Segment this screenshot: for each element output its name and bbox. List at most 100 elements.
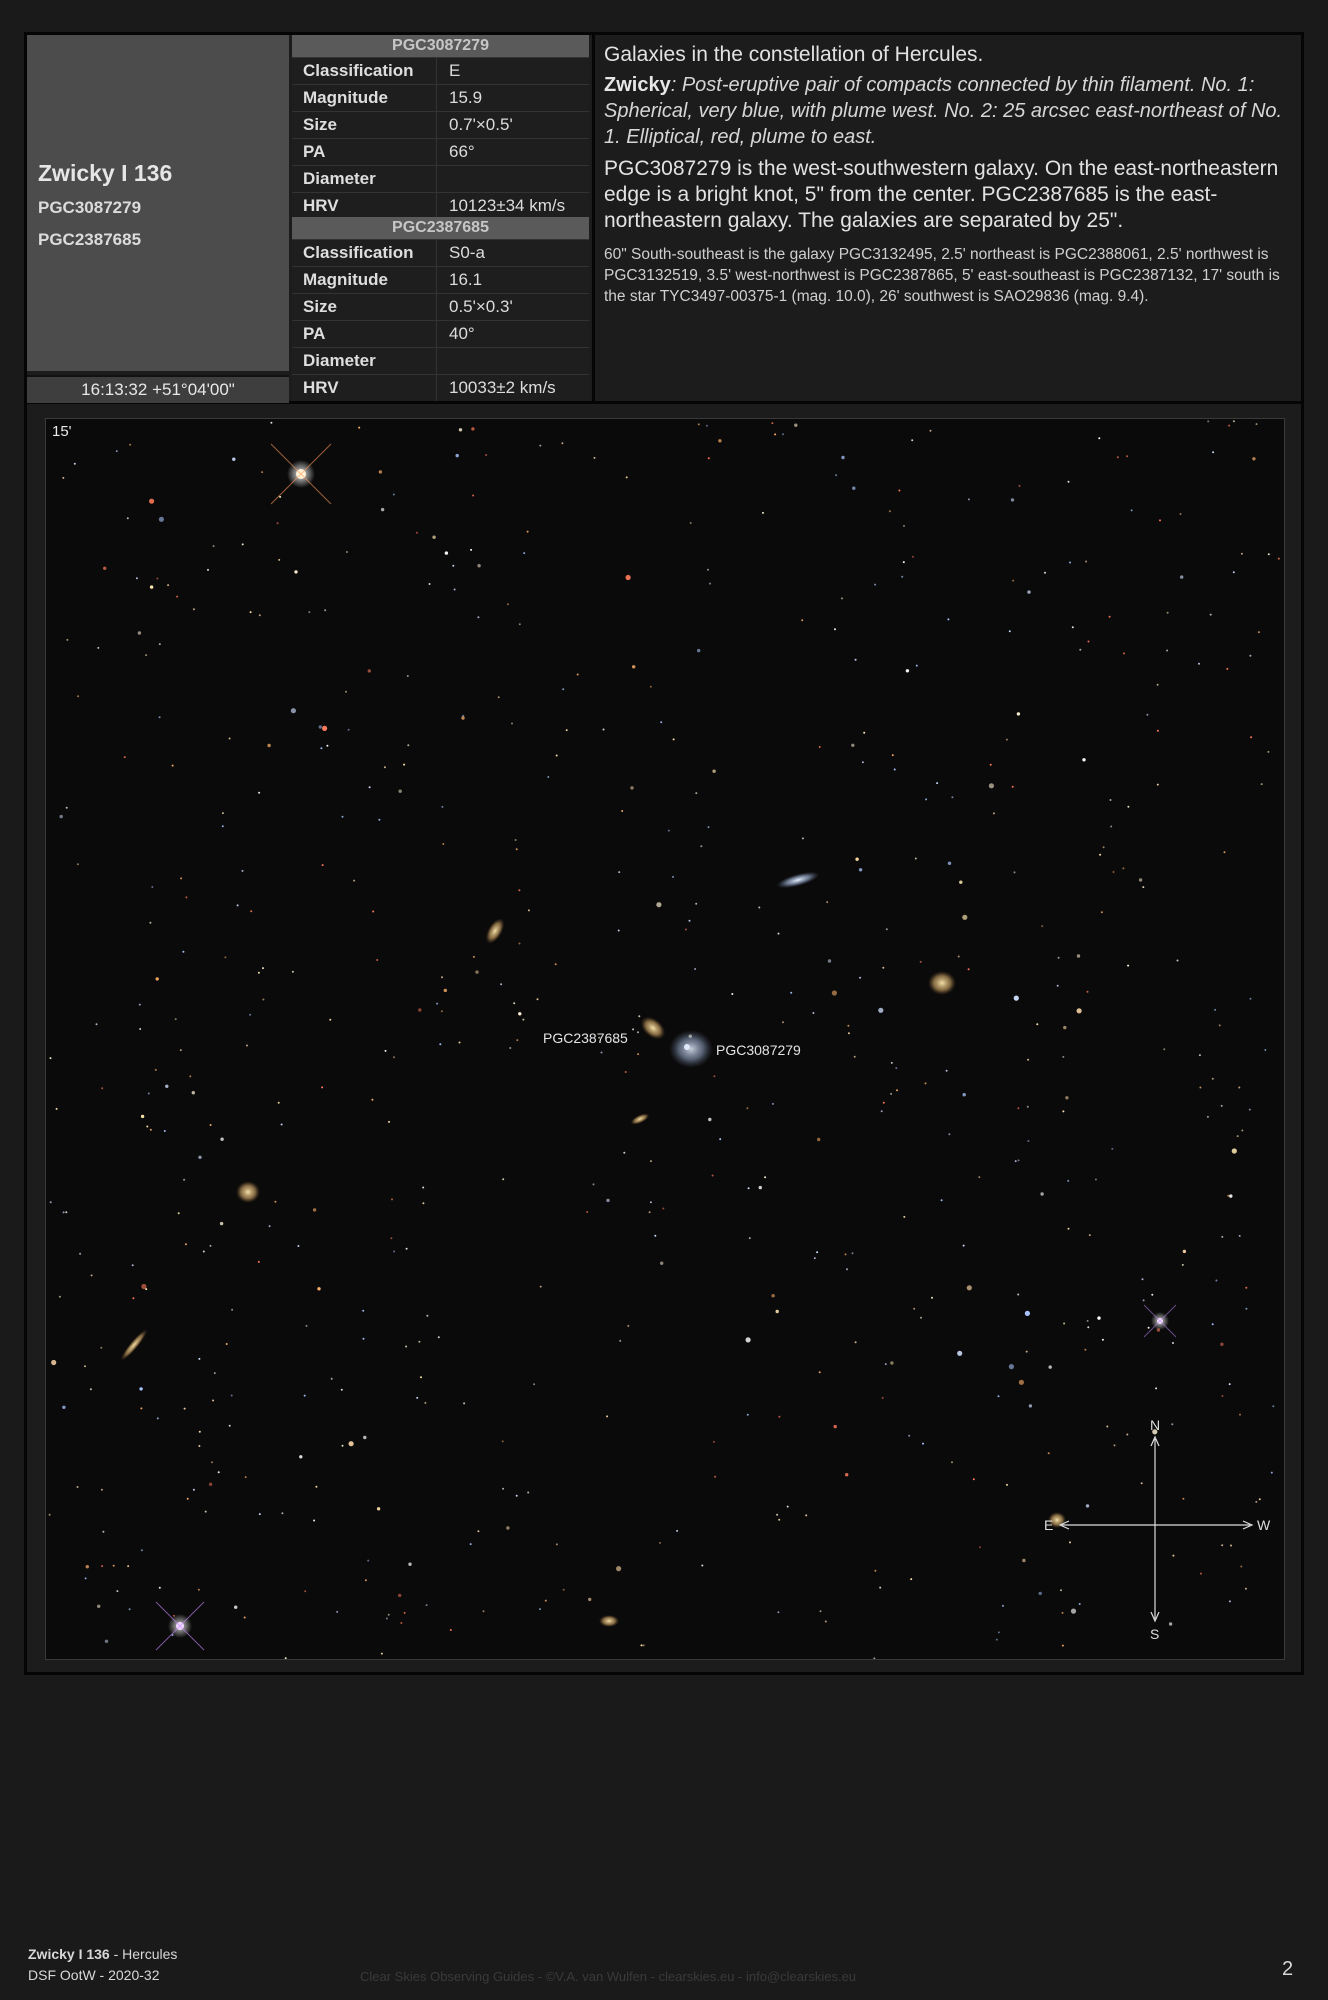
star xyxy=(115,450,118,453)
star xyxy=(1267,553,1270,556)
star xyxy=(859,976,862,979)
star xyxy=(992,812,995,815)
star xyxy=(139,1028,142,1030)
star xyxy=(1022,1558,1026,1563)
star xyxy=(1156,783,1159,786)
star xyxy=(1062,1110,1065,1113)
star xyxy=(1198,1054,1201,1057)
star xyxy=(128,1608,131,1611)
star xyxy=(874,583,877,586)
star xyxy=(888,510,891,513)
star xyxy=(544,1599,547,1602)
star xyxy=(831,990,838,996)
star xyxy=(514,839,517,841)
star xyxy=(1270,1471,1273,1474)
star xyxy=(104,1639,109,1644)
star xyxy=(101,1087,104,1090)
star xyxy=(1122,867,1125,870)
star xyxy=(845,1473,849,1477)
star xyxy=(458,428,463,432)
star xyxy=(77,695,80,698)
row-key: HRV xyxy=(292,375,437,401)
star xyxy=(315,1485,318,1488)
star xyxy=(1179,513,1182,515)
star xyxy=(707,826,710,829)
star xyxy=(762,511,764,514)
star xyxy=(1240,552,1243,555)
star xyxy=(890,1361,894,1365)
star xyxy=(1056,984,1059,987)
star xyxy=(1078,1603,1081,1605)
star xyxy=(257,1260,260,1263)
star xyxy=(1142,1299,1145,1302)
star xyxy=(1166,611,1169,614)
star xyxy=(140,1549,143,1552)
star xyxy=(697,423,700,426)
star xyxy=(290,708,296,714)
star xyxy=(962,1093,966,1097)
star xyxy=(212,545,215,548)
star xyxy=(672,875,674,878)
star xyxy=(801,619,804,622)
star xyxy=(1159,519,1161,522)
star xyxy=(527,909,530,912)
star xyxy=(336,1610,339,1613)
star xyxy=(1063,1025,1067,1030)
star xyxy=(1241,1129,1244,1132)
star xyxy=(392,493,395,496)
star xyxy=(132,1297,135,1300)
star xyxy=(660,721,663,724)
star xyxy=(477,564,481,568)
star xyxy=(418,1008,422,1012)
star xyxy=(616,1566,622,1572)
star xyxy=(477,1530,480,1533)
star xyxy=(461,716,465,720)
star xyxy=(1220,1342,1224,1346)
star xyxy=(89,1388,92,1391)
star xyxy=(135,577,138,580)
star xyxy=(192,608,195,611)
star xyxy=(771,1102,774,1105)
row-value: 40° xyxy=(449,324,475,343)
star xyxy=(145,1288,148,1291)
star xyxy=(794,423,798,427)
star xyxy=(1060,1589,1062,1592)
star xyxy=(637,1053,640,1056)
star xyxy=(158,643,161,646)
star xyxy=(602,728,605,731)
star xyxy=(924,1082,927,1085)
star xyxy=(705,424,708,427)
star xyxy=(648,1211,651,1214)
star xyxy=(262,967,264,970)
star xyxy=(380,507,385,512)
star xyxy=(165,1084,169,1088)
star xyxy=(59,814,63,819)
table-row: Size 0.5'×0.3' xyxy=(292,293,589,320)
star xyxy=(774,433,777,436)
table-row: Diameter xyxy=(292,165,589,192)
star xyxy=(844,1253,847,1256)
star xyxy=(667,829,670,832)
star xyxy=(257,971,260,974)
star xyxy=(171,764,174,767)
star xyxy=(1062,1055,1065,1058)
star xyxy=(654,1234,657,1237)
star xyxy=(746,1107,749,1110)
star xyxy=(624,1071,627,1073)
star xyxy=(95,1023,98,1026)
star xyxy=(931,1296,933,1299)
star xyxy=(997,1395,1000,1398)
star xyxy=(1212,451,1215,454)
star xyxy=(676,1529,679,1532)
star xyxy=(341,1444,344,1447)
table-row: PA 40° xyxy=(292,320,589,347)
star xyxy=(116,1590,119,1593)
star xyxy=(1088,1234,1091,1237)
star xyxy=(100,1346,103,1349)
star xyxy=(155,977,159,981)
star xyxy=(51,1359,57,1366)
star xyxy=(204,1510,207,1513)
star xyxy=(1138,878,1143,882)
star xyxy=(1272,1405,1275,1408)
description: Galaxies in the constellation of Hercule… xyxy=(592,35,1301,401)
